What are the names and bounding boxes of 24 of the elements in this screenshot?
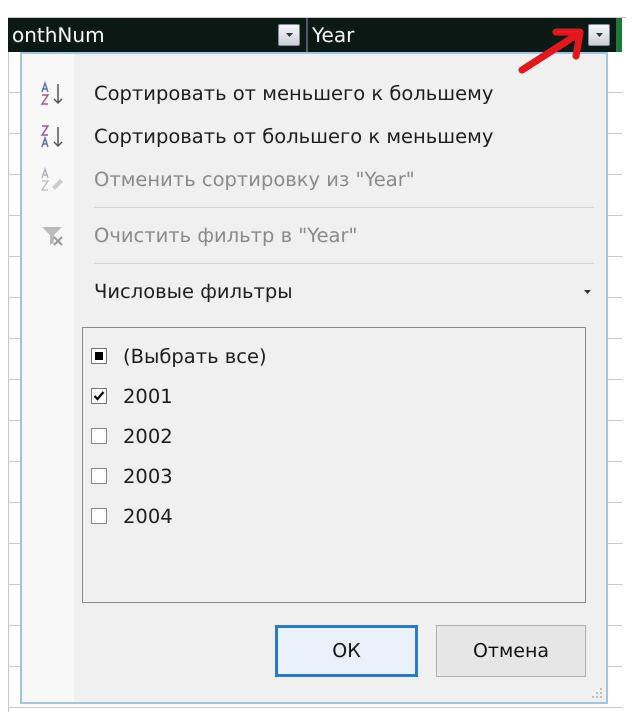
filter-button[interactable] (278, 24, 300, 46)
dropdown-icon (583, 288, 592, 294)
checkbox[interactable] (91, 348, 107, 364)
column-header: Year (311, 23, 356, 47)
resize-grip-icon (591, 687, 603, 699)
checkbox-label: 2004 (123, 504, 173, 528)
checkbox-label: 2003 (123, 464, 173, 488)
checkbox-label: 2002 (123, 424, 173, 448)
cancel-button[interactable]: Отмена (436, 625, 586, 677)
checkbox[interactable] (91, 508, 107, 524)
checkbox[interactable] (91, 468, 107, 484)
ok-button[interactable]: ОК (275, 625, 418, 677)
clear-sort-icon (40, 166, 66, 192)
dropdown-icon (594, 32, 604, 38)
checkbox-label: 2001 (123, 384, 173, 408)
submenu-item[interactable]: Числовые фильтры (22, 270, 606, 313)
checkbox[interactable] (91, 388, 107, 404)
dropdown-icon (284, 32, 294, 38)
filter-button[interactable] (588, 24, 610, 46)
menu-item[interactable]: Сортировать от большего к меньшему (22, 115, 606, 158)
menu-item[interactable]: Сортировать от меньшего к большему (22, 72, 606, 115)
column-header: onthNum (11, 23, 106, 47)
checkbox-label: (Выбрать все) (123, 344, 267, 368)
checkbox[interactable] (91, 428, 107, 444)
